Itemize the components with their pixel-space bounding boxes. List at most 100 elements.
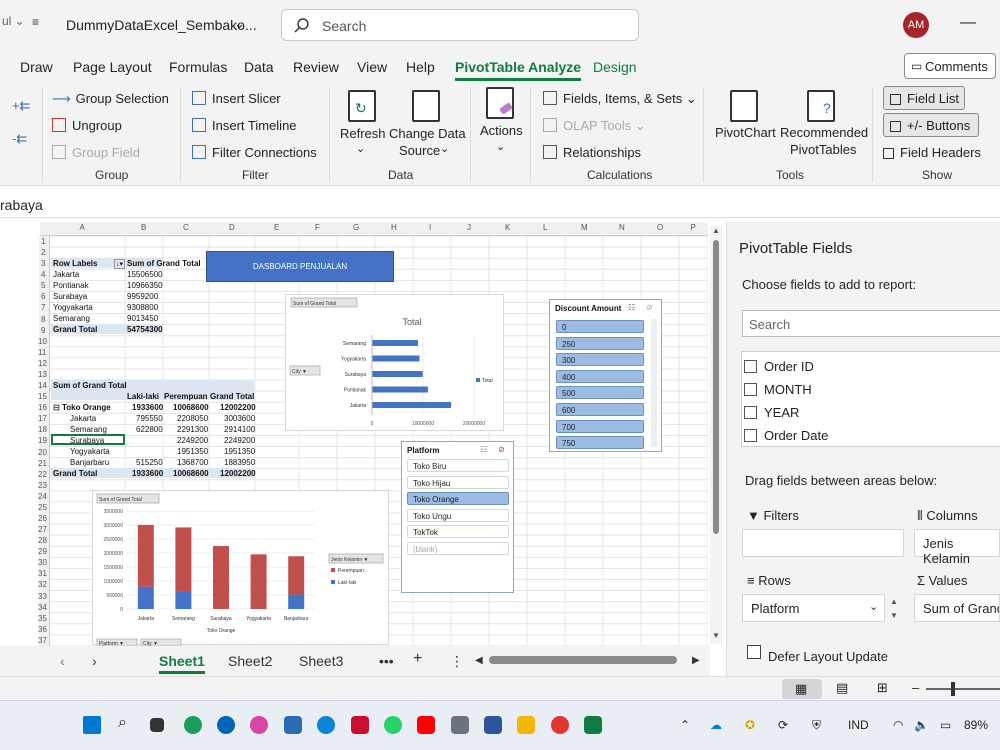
pivot1-row-value[interactable]: 9959200 [127, 292, 158, 301]
row-header[interactable]: 21 [38, 459, 47, 468]
row-header[interactable]: 30 [38, 558, 47, 567]
chart1-bar[interactable] [372, 371, 423, 377]
row-header[interactable]: 26 [38, 514, 47, 523]
pivot2-row-value[interactable]: 795550 [136, 414, 163, 423]
row-header[interactable]: 28 [38, 536, 47, 545]
filters-drop-zone[interactable] [742, 529, 904, 557]
battery-icon[interactable]: ▭ [940, 718, 951, 732]
row-header[interactable]: 36 [38, 625, 47, 634]
recommended-pivottables-button[interactable]: Recommended [780, 125, 868, 140]
chart1-bar[interactable] [372, 355, 420, 362]
row-header[interactable]: 24 [38, 492, 47, 501]
page-break-view-icon[interactable]: ⊞ [877, 680, 888, 696]
pivot2-row-value[interactable]: 622800 [136, 425, 163, 434]
row-header[interactable]: 33 [38, 592, 47, 601]
slicer-platform-item[interactable]: Toko Hijau [407, 475, 509, 489]
pivot1-header-sum[interactable]: Sum of Grand Total [127, 259, 201, 268]
filter-dropdown-icon[interactable]: ↓▾ [114, 259, 126, 269]
pivot2-row-value[interactable]: 2249200 [177, 436, 208, 445]
zoom-slider[interactable] [926, 688, 1000, 690]
scroll-left-icon[interactable]: ◀ [475, 655, 483, 666]
autosave-toggle[interactable]: ul ⌄ [2, 14, 25, 28]
add-sheet-icon[interactable]: + [413, 650, 422, 668]
row-header[interactable]: 18 [38, 425, 47, 434]
row-header[interactable]: 6 [41, 292, 45, 301]
column-header-e[interactable]: E [274, 223, 279, 232]
pivot2-total-total[interactable]: 12002200 [220, 469, 256, 478]
columns-field-jenis-kelamin[interactable]: Jenis Kelamin [923, 536, 970, 566]
horizontal-scroll-thumb[interactable] [489, 656, 677, 664]
ungroup-button[interactable]: Ungroup [52, 118, 122, 133]
field-headers-button[interactable]: Field Headers [883, 145, 981, 160]
scroll-up-icon[interactable]: ▲ [712, 226, 720, 235]
pivot2-row-label[interactable]: Surabaya [70, 436, 104, 445]
pivot1-row-label[interactable]: Jakarta [53, 270, 79, 279]
chevron-down-icon[interactable]: ⌄ [869, 600, 878, 613]
pivot2-group-laki[interactable]: 1933600 [132, 403, 163, 412]
avatar[interactable]: AM [903, 12, 929, 38]
cloud-icon[interactable]: ☁ [710, 718, 722, 732]
clipboard-icon[interactable] [451, 716, 469, 734]
columns-drop-zone[interactable]: Jenis Kelamin [914, 529, 1000, 566]
fields-items-sets-button[interactable]: Fields, Items, & Sets ⌄ [543, 91, 697, 107]
tab-page-layout[interactable]: Page Layout [73, 59, 152, 75]
relationships-button[interactable]: Relationships [543, 145, 641, 160]
row-header[interactable]: 31 [38, 569, 47, 578]
page-layout-view-icon[interactable]: ▤ [836, 680, 848, 696]
column-header-m[interactable]: M [581, 223, 588, 232]
field-checkbox-row[interactable]: Order Date [744, 428, 828, 443]
tab-data[interactable]: Data [244, 59, 274, 75]
chart2-bar-segment[interactable] [250, 554, 267, 609]
field-checkbox[interactable] [744, 429, 757, 442]
slicer-discount-item[interactable]: 300 [556, 353, 644, 367]
refresh-button[interactable]: Refresh [340, 126, 386, 141]
task-view-icon[interactable] [150, 718, 164, 732]
pivot2-row-value[interactable]: 1951350 [177, 447, 208, 456]
prev-sheet-icon[interactable]: ‹ [60, 653, 65, 669]
column-header-i[interactable]: I [429, 223, 431, 232]
store-icon[interactable] [284, 716, 302, 734]
hp-icon[interactable] [217, 716, 235, 734]
field-checkbox-row[interactable]: Order ID [744, 359, 814, 374]
clear-filter-icon[interactable]: ⊘ [646, 303, 653, 312]
multiselect-icon[interactable]: ☷ [628, 303, 635, 312]
dashboard-title[interactable]: DASBOARD PENJUALAN [206, 251, 394, 282]
field-checkbox[interactable] [744, 383, 757, 396]
column-header-o[interactable]: O [657, 223, 663, 232]
comments-button[interactable]: ▭ Comments [904, 53, 996, 79]
pivot2-row-value[interactable]: 2249200 [224, 436, 255, 445]
row-header[interactable]: 17 [38, 414, 47, 423]
file-explorer-icon[interactable] [517, 716, 535, 734]
column-header-p[interactable]: P [691, 223, 696, 232]
defer-checkbox[interactable] [747, 645, 761, 659]
slicer-platform-item[interactable]: TokTok [407, 525, 509, 539]
field-checkbox-row[interactable]: MONTH [744, 382, 812, 397]
slicer-discount-item[interactable]: 0 [556, 320, 644, 333]
column-header-a[interactable]: A [80, 223, 85, 232]
search-input[interactable]: Search [281, 9, 639, 41]
sync-icon[interactable]: ⟳ [778, 718, 788, 732]
copilot-icon[interactable] [250, 716, 268, 734]
more-sheets-icon[interactable]: ••• [379, 653, 394, 669]
wifi-icon[interactable]: ◠ [893, 718, 903, 732]
normal-view-button[interactable]: ▦ [782, 679, 822, 699]
expand-field-icon[interactable]: +⇇ [12, 98, 30, 114]
row-header[interactable]: 8 [41, 315, 45, 324]
slicer-scrollbar[interactable] [651, 319, 657, 447]
change-data-source-button[interactable]: Change Data [389, 126, 466, 141]
pivot1-total-label[interactable]: Grand Total [53, 325, 97, 334]
row-header[interactable]: 15 [38, 392, 47, 401]
row-header[interactable]: 23 [38, 481, 47, 490]
pivot1-row-label[interactable]: Semarang [53, 314, 90, 323]
pivot2-row-value[interactable]: 1883950 [224, 458, 255, 467]
youtube-icon[interactable] [417, 716, 435, 734]
word-icon[interactable] [484, 716, 502, 734]
row-header[interactable]: 11 [38, 348, 46, 357]
chart2-bar-segment[interactable] [288, 594, 305, 609]
vertical-scroll-thumb[interactable] [713, 240, 719, 534]
pivot2-group-total[interactable]: 12002200 [220, 403, 256, 412]
tab-draw[interactable]: Draw [20, 59, 53, 75]
row-header[interactable]: 5 [41, 281, 45, 290]
chevron-down-icon[interactable]: ⌄ [234, 16, 245, 32]
pivot1-row-value[interactable]: 9308800 [127, 303, 158, 312]
